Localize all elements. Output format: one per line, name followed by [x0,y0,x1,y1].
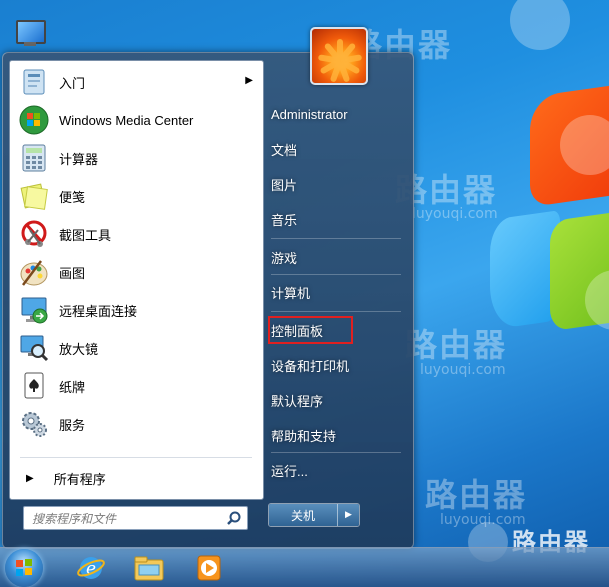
divider [271,311,401,312]
submenu-arrow-icon: ▶ [245,75,253,86]
program-item-services[interactable]: 服务 [12,406,261,442]
sticky-notes-icon [18,180,50,212]
right-item-help-support[interactable]: 帮助和支持 [271,423,336,447]
program-label: 放大镜 [59,341,99,357]
all-programs-label: 所有程序 [53,471,106,487]
media-center-icon [18,104,50,136]
program-item-paint[interactable]: 画图 [12,254,261,290]
watermark-url: luyouqi.com [412,206,498,222]
watermark-url: luyouqi.com [420,362,506,378]
taskbar-windows-explorer[interactable] [126,551,172,585]
taskbar: e [0,547,609,587]
desktop: 路由器 路由器 luyouqi.com 路由器 luyouqi.com 路由器 … [0,0,609,587]
program-label: 便笺 [59,189,86,205]
shutdown-button-group: 关机 ▶ [268,503,360,527]
all-programs-arrow-icon: ▶ [26,472,34,484]
program-item-calculator[interactable]: 计算器 [12,140,261,176]
programs-pane: 入门 ▶ Windows Media Center 计算器 便笺 截图工具 画图… [9,60,264,500]
program-label: 计算器 [59,151,99,167]
program-item-snipping-tool[interactable]: 截图工具 [12,216,261,252]
program-item-solitaire[interactable]: 纸牌 [12,368,261,404]
program-item-remote-desktop[interactable]: 远程桌面连接 [12,292,261,328]
right-item-administrator[interactable]: Administrator [271,102,348,126]
right-item-devices-printers[interactable]: 设备和打印机 [271,353,349,377]
search-placeholder: 搜索程序和文件 [32,511,117,526]
program-item-magnifier[interactable]: 放大镜 [12,330,261,366]
calculator-icon [18,142,50,174]
windows-explorer-icon [134,556,164,581]
program-label: 入门 [59,75,86,91]
divider [271,238,401,239]
taskbar-media-player[interactable] [186,551,232,585]
internet-explorer-icon: e [77,557,105,579]
right-item-documents[interactable]: 文档 [271,137,297,161]
program-label: 远程桌面连接 [59,303,138,319]
shutdown-options-arrow-icon[interactable]: ▶ [337,504,359,526]
program-label: 画图 [59,265,86,281]
watermark-brand: 路由器 [425,476,528,514]
windows-flag-icon [16,559,32,576]
right-item-games[interactable]: 游戏 [271,245,297,269]
solitaire-icon [18,370,50,402]
search-icon[interactable] [225,509,243,527]
watermark-brand: 路由器 [405,326,508,364]
remote-desktop-icon [18,294,50,326]
services-icon [18,408,50,440]
start-menu: 入门 ▶ Windows Media Center 计算器 便笺 截图工具 画图… [2,27,414,549]
divider [271,452,401,453]
program-label: 纸牌 [59,379,86,395]
paint-icon [18,256,50,288]
search-input[interactable]: 搜索程序和文件 [23,506,248,530]
all-programs-button[interactable]: ▶ 所有程序 [12,464,261,492]
divider [271,274,401,275]
right-item-run[interactable]: 运行... [271,458,308,482]
highlight-box-control-panel [268,316,353,344]
magnifier-icon [18,332,50,364]
user-avatar[interactable] [310,27,368,85]
media-player-icon [197,555,221,581]
start-button[interactable] [5,549,43,587]
right-item-music[interactable]: 音乐 [271,207,297,231]
getting-started-icon [18,66,50,98]
divider [20,457,252,458]
computer-desktop-icon[interactable] [12,20,46,50]
program-item-getting-started[interactable]: 入门 ▶ [12,64,261,100]
shutdown-button[interactable]: 关机 [269,504,337,526]
program-label: Windows Media Center [59,112,194,128]
snipping-tool-icon [18,218,50,250]
program-label: 服务 [59,417,86,433]
right-item-computer[interactable]: 计算机 [271,280,310,304]
right-item-pictures[interactable]: 图片 [271,172,297,196]
program-item-sticky-notes[interactable]: 便笺 [12,178,261,214]
program-label: 截图工具 [59,227,112,243]
right-item-default-programs[interactable]: 默认程序 [271,388,323,412]
program-item-media-center[interactable]: Windows Media Center [12,102,261,138]
taskbar-internet-explorer[interactable]: e [68,551,114,585]
